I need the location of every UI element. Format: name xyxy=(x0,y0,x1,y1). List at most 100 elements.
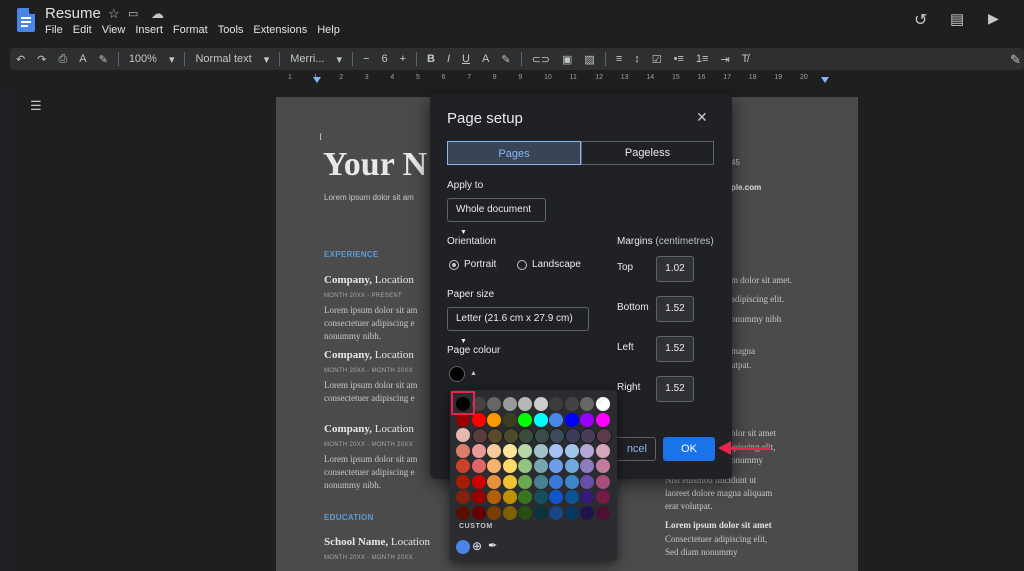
colour-swatch[interactable] xyxy=(580,397,594,411)
colour-swatch[interactable] xyxy=(533,428,550,444)
colour-swatch[interactable] xyxy=(487,505,501,520)
colour-swatch[interactable] xyxy=(595,490,610,504)
menu-edit[interactable]: Edit xyxy=(73,24,92,36)
colour-swatch[interactable] xyxy=(456,474,470,489)
colour-swatch[interactable] xyxy=(456,490,470,504)
menu-extensions[interactable]: Extensions xyxy=(253,24,307,36)
move-folder-icon[interactable]: ▭ xyxy=(128,7,138,20)
highlight-icon[interactable]: ✎ xyxy=(501,53,510,66)
colour-swatch[interactable] xyxy=(564,490,579,504)
colour-swatch[interactable] xyxy=(549,428,565,444)
menu-help[interactable]: Help xyxy=(317,24,340,36)
colour-swatch[interactable] xyxy=(471,459,486,473)
font-select[interactable]: Merri... xyxy=(290,53,324,65)
colour-swatch[interactable] xyxy=(564,474,579,489)
colour-swatch[interactable] xyxy=(580,490,594,504)
portrait-radio[interactable] xyxy=(449,260,459,270)
tab-pages[interactable]: Pages xyxy=(447,141,581,165)
tab-pageless[interactable]: Pageless xyxy=(581,141,714,165)
document-title[interactable]: Resume xyxy=(45,5,101,22)
colour-swatch[interactable] xyxy=(595,412,610,427)
colour-swatch[interactable] xyxy=(549,412,563,427)
spellcheck-icon[interactable]: A xyxy=(79,53,86,65)
edit-mode-icon[interactable]: ✎ xyxy=(1010,52,1021,68)
style-select[interactable]: Normal text xyxy=(195,53,251,65)
colour-swatch[interactable] xyxy=(564,505,579,520)
decrease-font-icon[interactable]: − xyxy=(363,53,369,65)
colour-swatch[interactable] xyxy=(487,397,501,411)
comments-icon[interactable]: ▤ xyxy=(950,10,964,28)
image-icon[interactable]: ▨ xyxy=(584,53,594,66)
star-icon[interactable]: ☆ xyxy=(108,6,120,22)
menu-view[interactable]: View xyxy=(102,24,126,36)
colour-swatch[interactable] xyxy=(487,490,501,504)
meet-icon[interactable]: ▶ xyxy=(988,10,999,27)
colour-swatch[interactable] xyxy=(533,474,548,489)
redo-icon[interactable]: ↷ xyxy=(37,53,46,66)
increase-font-icon[interactable]: + xyxy=(400,53,406,65)
colour-swatch[interactable] xyxy=(533,490,548,504)
colour-swatch[interactable] xyxy=(549,459,563,473)
colour-swatch[interactable] xyxy=(487,428,503,444)
colour-swatch[interactable] xyxy=(595,505,610,520)
colour-swatch[interactable] xyxy=(502,490,517,504)
font-size-input[interactable]: 6 xyxy=(381,53,387,65)
colour-swatch[interactable] xyxy=(518,505,532,520)
numbered-list-icon[interactable]: 1≡ xyxy=(696,53,709,65)
colour-swatch[interactable] xyxy=(456,505,470,520)
colour-swatch[interactable] xyxy=(471,505,486,520)
colour-swatch[interactable] xyxy=(471,428,488,444)
bold-icon[interactable]: B xyxy=(427,53,435,65)
custom-colour-swatch[interactable] xyxy=(456,540,470,554)
colour-swatch[interactable] xyxy=(580,505,594,520)
colour-swatch[interactable] xyxy=(456,443,470,458)
margin-left-input[interactable]: 1.52 xyxy=(656,336,694,362)
landscape-radio[interactable] xyxy=(517,260,527,270)
margin-bottom-input[interactable]: 1.52 xyxy=(656,296,694,322)
text-color-icon[interactable]: A xyxy=(482,53,489,65)
menu-format[interactable]: Format xyxy=(173,24,208,36)
colour-swatch[interactable] xyxy=(580,412,594,427)
colour-swatch[interactable] xyxy=(502,428,519,444)
clear-format-icon[interactable]: T̸ xyxy=(742,53,749,65)
colour-swatch[interactable] xyxy=(549,474,563,489)
paper-size-select[interactable]: Letter (21.6 cm x 27.9 cm) ▼ xyxy=(447,307,589,345)
colour-swatch[interactable] xyxy=(549,443,563,458)
vertical-ruler[interactable] xyxy=(0,88,10,571)
colour-swatch[interactable] xyxy=(564,412,579,427)
colour-swatch[interactable] xyxy=(471,474,486,489)
paint-format-icon[interactable]: ✎ xyxy=(99,53,108,66)
menu-tools[interactable]: Tools xyxy=(218,24,244,36)
colour-swatch[interactable] xyxy=(549,490,563,504)
colour-swatch[interactable] xyxy=(518,459,532,473)
landscape-label[interactable]: Landscape xyxy=(532,259,581,270)
indent-marker-icon[interactable] xyxy=(313,77,321,83)
colour-swatch[interactable] xyxy=(487,412,501,427)
colour-swatch[interactable] xyxy=(502,397,517,411)
colour-swatch[interactable] xyxy=(595,459,610,473)
eyedropper-icon[interactable]: ✒ xyxy=(488,539,497,552)
colour-swatch[interactable] xyxy=(518,428,534,444)
docs-logo-icon[interactable] xyxy=(17,8,35,32)
colour-swatch[interactable] xyxy=(487,459,501,473)
version-history-icon[interactable]: ↺ xyxy=(914,10,927,30)
colour-swatch[interactable] xyxy=(564,443,579,458)
colour-swatch[interactable] xyxy=(580,443,594,458)
colour-swatch[interactable] xyxy=(471,443,486,458)
margin-right-input[interactable]: 1.52 xyxy=(656,376,694,402)
apply-to-select[interactable]: Whole document ▼ xyxy=(447,198,546,236)
undo-icon[interactable]: ↶ xyxy=(16,53,25,66)
colour-swatch[interactable] xyxy=(518,474,532,489)
ok-button[interactable]: OK xyxy=(663,437,715,461)
colour-swatch[interactable] xyxy=(533,505,548,520)
colour-swatch[interactable] xyxy=(564,459,579,473)
chevron-up-icon[interactable]: ▲ xyxy=(470,370,477,377)
indent-icon[interactable]: ⇥ xyxy=(720,53,729,66)
bullet-list-icon[interactable]: •≡ xyxy=(674,53,684,65)
colour-swatch[interactable] xyxy=(502,412,517,427)
comment-icon[interactable]: ▣ xyxy=(562,53,572,66)
colour-swatch[interactable] xyxy=(595,443,610,458)
add-custom-colour-icon[interactable]: ⊕ xyxy=(472,539,482,553)
colour-swatch[interactable] xyxy=(533,459,548,473)
line-spacing-icon[interactable]: ↕ xyxy=(634,53,640,65)
